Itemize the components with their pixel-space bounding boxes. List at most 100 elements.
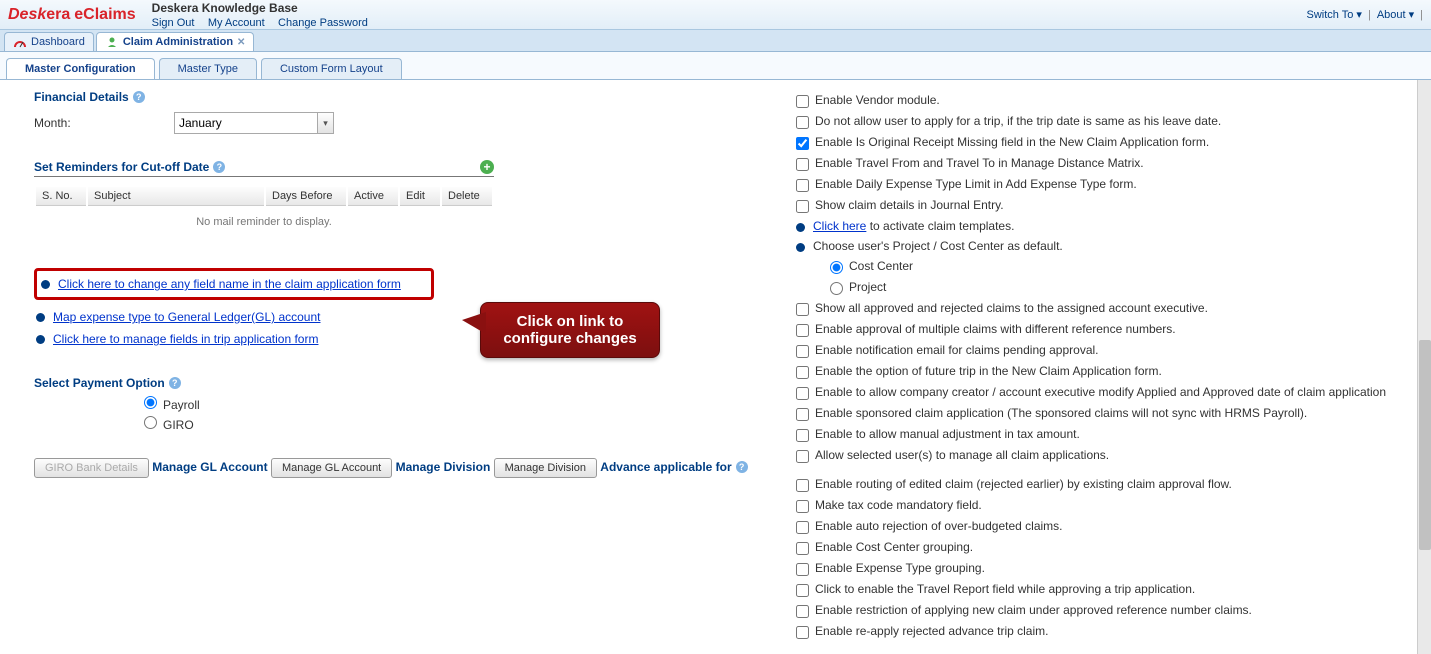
header-links: Sign Out My Account Change Password [152,15,378,29]
restrict-new-claim-checkbox[interactable] [796,605,809,618]
modify-dates-checkbox[interactable] [796,387,809,400]
close-icon[interactable]: ✕ [237,37,245,48]
opt-label: Enable Daily Expense Type Limit in Add E… [815,177,1137,191]
opt-label: Enable Vendor module. [815,93,940,107]
header-left: Deskera Knowledge Base Sign Out My Accou… [152,1,378,29]
col-active: Active [348,187,398,206]
opt-label: Make tax code mandatory field. [815,498,982,512]
month-input[interactable] [174,112,334,134]
no-trip-leave-checkbox[interactable] [796,116,809,129]
month-select[interactable]: ▾ [174,112,334,134]
about-link[interactable]: About ▾ [1377,8,1414,21]
travel-from-to-checkbox[interactable] [796,158,809,171]
col-sno: S. No. [36,187,86,206]
sign-out-link[interactable]: Sign Out [152,17,195,29]
cost-center-group-checkbox[interactable] [796,542,809,555]
opt-label: Enable auto rejection of over-budgeted c… [815,519,1062,533]
opt-label: Enable sponsored claim application (The … [815,406,1307,420]
scrollbar[interactable] [1417,80,1431,654]
table-empty: No mail reminder to display. [36,208,492,236]
manage-gl-button[interactable]: Manage GL Account [271,458,392,478]
payroll-radio[interactable] [144,396,157,409]
right-pane: Enable Vendor module. Do not allow user … [780,80,1417,654]
opt-label: Enable restriction of applying new claim… [815,603,1252,617]
add-icon[interactable]: + [480,160,494,174]
giro-radio[interactable] [144,416,157,429]
daily-limit-checkbox[interactable] [796,179,809,192]
tab-claim-admin[interactable]: Claim Administration ✕ [96,32,255,51]
logo: DeskeraeClaims [8,6,136,24]
map-expense-link[interactable]: Map expense type to General Ledger(GL) a… [53,310,321,324]
switch-to-link[interactable]: Switch To ▾ [1307,8,1362,21]
enable-vendor-checkbox[interactable] [796,95,809,108]
project-radio[interactable] [830,282,843,295]
manage-trip-fields-link[interactable]: Click here to manage fields in trip appl… [53,332,318,346]
opt-label: Show all approved and rejected claims to… [815,301,1208,315]
opt-label: Enable Expense Type grouping. [815,561,985,575]
opt-label: Enable to allow company creator / accoun… [815,385,1386,399]
multi-claim-approval-checkbox[interactable] [796,324,809,337]
month-label: Month: [34,116,174,130]
show-approved-rejected-checkbox[interactable] [796,303,809,316]
help-icon[interactable]: ? [213,161,225,173]
subtab-master-type[interactable]: Master Type [159,58,257,79]
tab-claim-admin-label: Claim Administration [123,36,233,48]
expense-type-group-checkbox[interactable] [796,563,809,576]
travel-report-checkbox[interactable] [796,584,809,597]
user-icon [105,35,119,49]
left-pane: Financial Details? Month: ▾ Set Reminder… [0,80,780,654]
col-subject: Subject [88,187,264,206]
activate-templates-link[interactable]: Click here [813,219,866,233]
opt-label: Enable to allow manual adjustment in tax… [815,427,1080,441]
sponsored-claim-checkbox[interactable] [796,408,809,421]
header-right: Switch To ▾ | About ▾ | [1301,8,1424,21]
payroll-radio-label[interactable]: Payroll [144,394,780,414]
callout-line2: configure changes [501,330,639,347]
journal-entry-checkbox[interactable] [796,200,809,213]
routing-edited-checkbox[interactable] [796,479,809,492]
gauge-icon [13,35,27,49]
original-receipt-checkbox[interactable] [796,137,809,150]
opt-label: Allow selected user(s) to manage all cla… [815,448,1109,462]
selected-users-checkbox[interactable] [796,450,809,463]
opt-label: Cost Center [849,259,913,273]
bullet-icon [796,223,805,232]
opt-label: Enable notification email for claims pen… [815,343,1099,357]
app-header: DeskeraeClaims Deskera Knowledge Base Si… [0,0,1431,30]
scrollbar-thumb[interactable] [1419,340,1431,550]
window-tabs: Dashboard Claim Administration ✕ [0,30,1431,52]
tax-mandatory-checkbox[interactable] [796,500,809,513]
reminders-table: S. No. Subject Days Before Active Edit D… [34,185,494,238]
bullet-icon [41,280,50,289]
my-account-link[interactable]: My Account [208,17,265,29]
notification-email-checkbox[interactable] [796,345,809,358]
opt-label: to activate claim templates. [866,219,1014,233]
manage-gl-title: Manage GL Account [152,460,267,474]
opt-label: Click to enable the Travel Report field … [815,582,1195,596]
manual-tax-checkbox[interactable] [796,429,809,442]
manage-division-button[interactable]: Manage Division [494,458,597,478]
cost-center-radio[interactable] [830,261,843,274]
opt-label: Enable approval of multiple claims with … [815,322,1176,336]
future-trip-checkbox[interactable] [796,366,809,379]
subtab-master-config[interactable]: Master Configuration [6,58,155,79]
select-payment-title: Select Payment Option? [34,376,181,390]
auto-rejection-checkbox[interactable] [796,521,809,534]
help-icon[interactable]: ? [736,461,748,473]
chevron-down-icon[interactable]: ▾ [317,113,333,133]
opt-label: Enable the option of future trip in the … [815,364,1162,378]
callout: Click on link to configure changes [480,302,660,358]
bullet-icon [36,313,45,322]
help-icon[interactable]: ? [169,377,181,389]
giro-radio-label[interactable]: GIRO [144,414,780,434]
tab-dashboard[interactable]: Dashboard [4,32,94,51]
content: Financial Details? Month: ▾ Set Reminder… [0,80,1431,654]
opt-label: Enable Travel From and Travel To in Mana… [815,156,1144,170]
subtab-custom-form[interactable]: Custom Form Layout [261,58,402,79]
reapply-rejected-checkbox[interactable] [796,626,809,639]
change-field-name-link[interactable]: Click here to change any field name in t… [58,277,401,291]
help-icon[interactable]: ? [133,91,145,103]
change-password-link[interactable]: Change Password [278,17,368,29]
highlighted-link: Click here to change any field name in t… [34,268,434,300]
advance-applicable-title: Advance applicable for? [600,460,747,474]
